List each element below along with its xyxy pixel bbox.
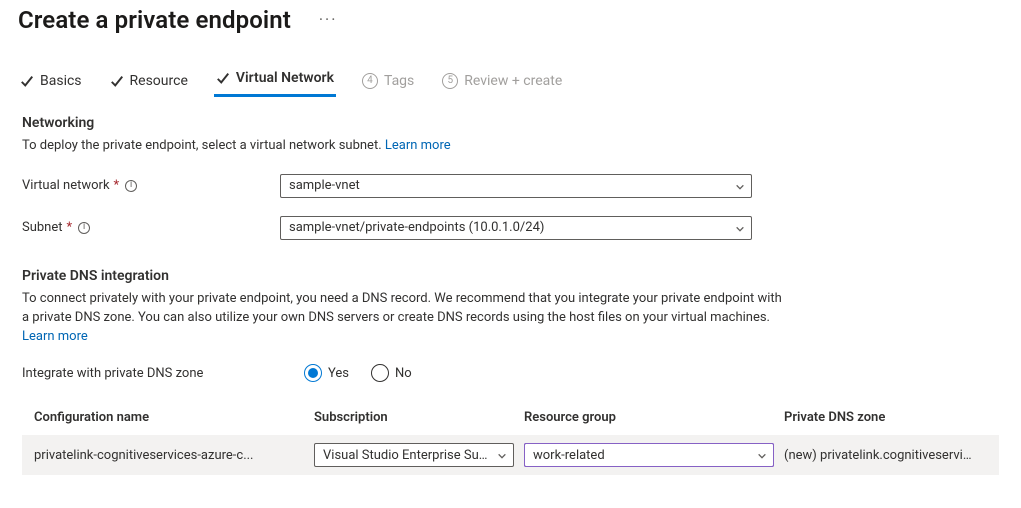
integrate-dns-label: Integrate with private DNS zone: [22, 366, 304, 381]
required-icon: *: [114, 178, 120, 193]
tab-review-create-label: Review + create: [464, 73, 562, 89]
step-number-icon: 4: [362, 73, 378, 89]
more-menu-icon[interactable]: ···: [319, 12, 338, 28]
tab-basics-label: Basics: [40, 73, 82, 89]
table-header-row: Configuration name Subscription Resource…: [22, 400, 999, 435]
cell-private-dns-zone: (new) privatelink.cognitiveservices.az..…: [784, 448, 987, 463]
tab-resource-label: Resource: [130, 73, 188, 89]
subnet-label: Subnet * i: [22, 220, 280, 235]
check-icon: [20, 74, 34, 88]
integrate-dns-radio-group: Yes No: [304, 364, 412, 382]
chevron-down-icon: [735, 181, 745, 191]
virtual-network-value: sample-vnet: [289, 178, 360, 193]
networking-learn-more-link[interactable]: Learn more: [385, 138, 451, 153]
cell-subscription-value: Visual Studio Enterprise Subscrip…: [323, 448, 505, 463]
page-title: Create a private endpoint: [18, 6, 291, 34]
tab-resource[interactable]: Resource: [108, 69, 190, 97]
radio-outer-icon: [371, 364, 389, 382]
chevron-down-icon: [735, 223, 745, 233]
chevron-down-icon: [497, 450, 507, 460]
required-icon: *: [67, 220, 73, 235]
cell-subscription-select[interactable]: Visual Studio Enterprise Subscrip…: [314, 443, 514, 467]
dns-description-text: To connect privately with your private e…: [22, 291, 782, 325]
tab-virtual-network-label: Virtual Network: [236, 70, 334, 86]
th-subscription: Subscription: [314, 410, 524, 425]
th-resource-group: Resource group: [524, 410, 784, 425]
check-icon: [216, 71, 230, 85]
info-icon[interactable]: i: [125, 180, 137, 192]
tab-virtual-network[interactable]: Virtual Network: [214, 66, 336, 97]
check-icon: [110, 74, 124, 88]
subnet-value: sample-vnet/private-endpoints (10.0.1.0/…: [289, 220, 544, 235]
tab-tags[interactable]: 4 Tags: [360, 69, 416, 97]
chevron-down-icon: [757, 450, 767, 460]
tab-basics[interactable]: Basics: [18, 69, 84, 97]
integrate-dns-no-radio[interactable]: No: [371, 364, 412, 382]
radio-outer-icon: [304, 364, 322, 382]
virtual-network-label-text: Virtual network: [22, 178, 110, 193]
step-number-icon: 5: [442, 73, 458, 89]
cell-resource-group-value: work-related: [533, 448, 621, 463]
dns-learn-more-link[interactable]: Learn more: [22, 329, 88, 344]
integrate-dns-yes-radio[interactable]: Yes: [304, 364, 349, 382]
wizard-tabs: Basics Resource Virtual Network 4 Tags 5…: [0, 42, 1021, 97]
subnet-select[interactable]: sample-vnet/private-endpoints (10.0.1.0/…: [280, 216, 752, 240]
radio-inner-icon: [308, 368, 318, 378]
tab-tags-label: Tags: [384, 73, 414, 89]
integrate-dns-label-text: Integrate with private DNS zone: [22, 366, 203, 381]
th-config-name: Configuration name: [34, 410, 314, 425]
cell-resource-group-select[interactable]: work-related: [524, 443, 774, 467]
networking-description: To deploy the private endpoint, select a…: [22, 137, 782, 156]
dns-description: To connect privately with your private e…: [22, 290, 782, 347]
virtual-network-select[interactable]: sample-vnet: [280, 174, 752, 198]
cell-config-name: privatelink-cognitiveservices-azure-c...: [34, 448, 314, 463]
tab-review-create[interactable]: 5 Review + create: [440, 69, 564, 97]
dns-heading: Private DNS integration: [22, 268, 999, 284]
virtual-network-label: Virtual network * i: [22, 178, 280, 193]
subnet-label-text: Subnet: [22, 220, 63, 235]
networking-heading: Networking: [22, 115, 999, 131]
integrate-dns-yes-label: Yes: [328, 366, 349, 381]
th-private-dns-zone: Private DNS zone: [784, 410, 987, 425]
table-row: privatelink-cognitiveservices-azure-c...…: [22, 435, 999, 475]
integrate-dns-no-label: No: [395, 366, 412, 381]
networking-description-text: To deploy the private endpoint, select a…: [22, 138, 382, 153]
info-icon[interactable]: i: [78, 222, 90, 234]
dns-zones-table: Configuration name Subscription Resource…: [22, 400, 999, 475]
